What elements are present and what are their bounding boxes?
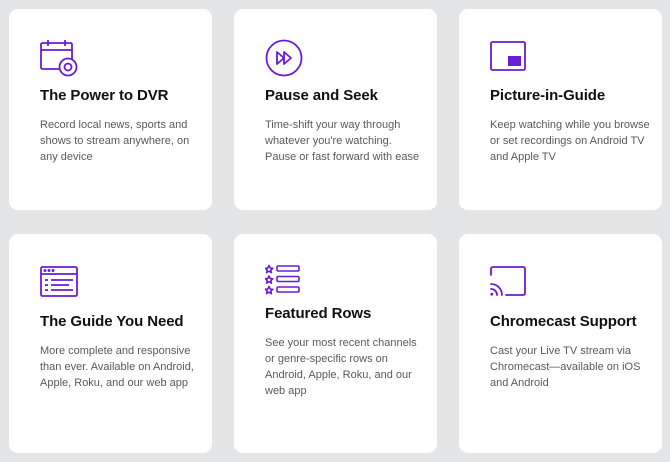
feature-description: Keep watching while you browse or set re… — [490, 119, 650, 163]
feature-card-guide: The Guide You Need More complete and res… — [9, 234, 212, 453]
feature-title: Pause and Seek — [265, 87, 378, 104]
feature-title: Chromecast Support — [490, 313, 637, 330]
feature-description: Cast your Live TV stream via Chromecast—… — [490, 345, 641, 389]
feature-title: Picture-in-Guide — [490, 87, 606, 104]
feature-title: The Guide You Need — [40, 313, 184, 330]
feature-grid: The Power to DVR Record local news, spor… — [0, 0, 670, 462]
feature-description: Time-shift your way through whatever you… — [265, 119, 420, 163]
feature-card-chromecast: Chromecast Support Cast your Live TV str… — [459, 234, 662, 453]
picture-in-picture-icon — [490, 39, 528, 77]
guide-window-icon — [40, 265, 78, 303]
feature-title: The Power to DVR — [40, 87, 169, 104]
feature-title: Featured Rows — [265, 305, 372, 322]
feature-description: More complete and responsive than ever. … — [40, 345, 194, 389]
fast-forward-icon — [265, 39, 303, 77]
feature-card-featured-rows: Featured Rows See your most recent chann… — [234, 234, 437, 453]
feature-card-dvr: The Power to DVR Record local news, spor… — [9, 9, 212, 210]
starred-list-icon — [265, 264, 303, 302]
chromecast-icon — [490, 265, 528, 303]
feature-card-pause-seek: Pause and Seek Time-shift your way throu… — [234, 9, 437, 210]
calendar-record-icon — [40, 39, 78, 77]
feature-description: Record local news, sports and shows to s… — [40, 119, 190, 163]
feature-card-picture-in-guide: Picture-in-Guide Keep watching while you… — [459, 9, 662, 210]
feature-description: See your most recent channels or genre-s… — [265, 337, 417, 397]
